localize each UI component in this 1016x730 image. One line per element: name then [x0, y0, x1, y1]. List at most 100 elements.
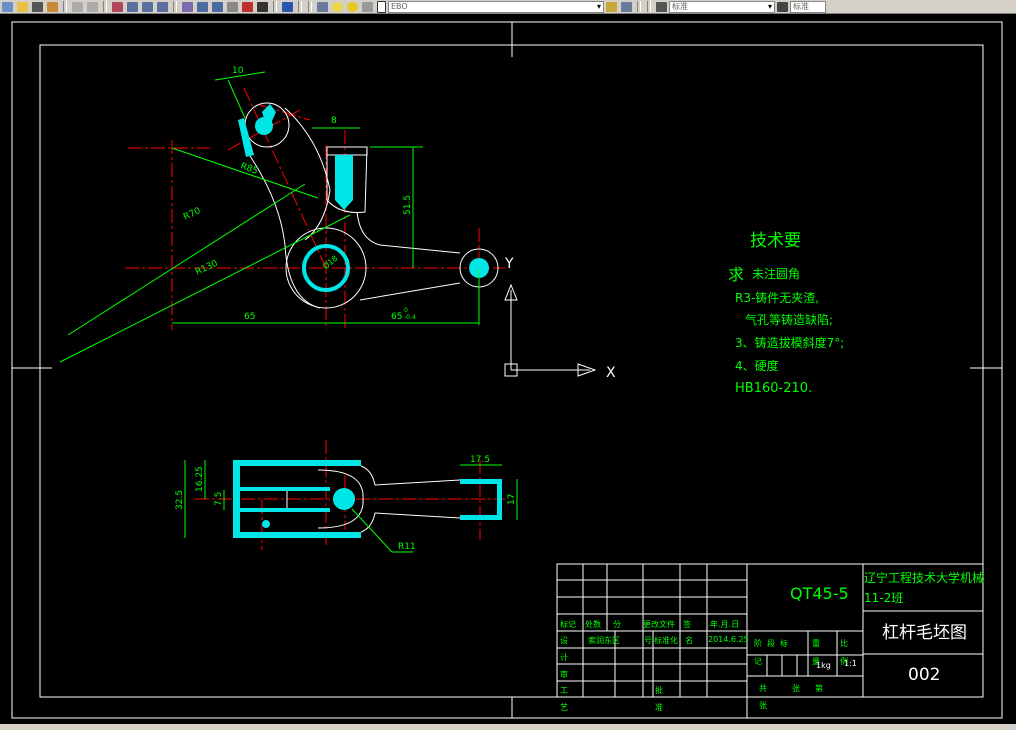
redo-icon[interactable] — [87, 1, 98, 12]
dim-style-icon[interactable] — [777, 1, 788, 12]
svg-text:计: 计 — [560, 652, 568, 662]
svg-text:8: 8 — [331, 116, 337, 126]
svg-text:名: 名 — [685, 635, 693, 645]
chevron-down-icon: ▾ — [596, 2, 601, 11]
layer-states-icon[interactable] — [621, 1, 632, 12]
toolbar: EBO ▾ 标准 ▾ 标准 — [0, 0, 1016, 14]
svg-text:处数: 处数 — [585, 619, 601, 629]
svg-text:杠杆毛坯图: 杠杆毛坯图 — [882, 623, 967, 643]
status-strip — [0, 724, 1016, 730]
dim-style-dropdown[interactable]: 标准 — [790, 0, 826, 13]
svg-text:17.5: 17.5 — [470, 455, 490, 465]
svg-text:1:1: 1:1 — [844, 659, 857, 668]
svg-text:R130: R130 — [194, 259, 220, 278]
grid-icon[interactable] — [257, 1, 268, 12]
drawing-frame — [11, 21, 1003, 719]
svg-text:共: 共 — [759, 684, 767, 693]
svg-text:X: X — [606, 365, 616, 381]
sun-icon[interactable] — [347, 1, 358, 12]
svg-text:张: 张 — [792, 684, 800, 693]
svg-text:更改文件: 更改文件 — [643, 619, 675, 629]
undo-icon[interactable] — [72, 1, 83, 12]
title-block: 标记 处数 分 更改文件 签 年.月.日 设 索润东区 号 标准化 名 2014… — [556, 563, 984, 718]
text-style-dropdown[interactable]: 标准 ▾ — [669, 0, 775, 13]
lock-icon[interactable] — [362, 1, 373, 12]
open-icon[interactable] — [17, 1, 28, 12]
svg-text:HB160-210.: HB160-210. — [735, 381, 812, 396]
svg-text:索润东区: 索润东区 — [588, 635, 620, 645]
svg-text:QT45-5: QT45-5 — [790, 584, 849, 603]
match-icon[interactable] — [47, 1, 58, 12]
svg-text:16.25: 16.25 — [195, 466, 205, 492]
svg-text:比: 比 — [840, 638, 848, 648]
layer-dropdown[interactable]: EBO ▾ — [388, 0, 604, 13]
svg-text:段: 段 — [767, 638, 775, 648]
svg-text:Y: Y — [504, 256, 514, 272]
svg-text:2014.6.25: 2014.6.25 — [708, 635, 749, 644]
svg-text:65: 65 — [391, 312, 402, 322]
svg-text:-0.4: -0.4 — [404, 314, 416, 321]
svg-text:分: 分 — [613, 620, 621, 629]
svg-text:记: 记 — [754, 657, 762, 666]
center-lines — [125, 87, 505, 330]
svg-text:51.5: 51.5 — [403, 195, 413, 215]
svg-text:R3-铸件无夹渣,: R3-铸件无夹渣, — [735, 290, 819, 305]
svg-text:批: 批 — [655, 685, 663, 695]
properties-icon[interactable] — [182, 1, 193, 12]
svg-text:阶: 阶 — [754, 638, 762, 648]
svg-text:准: 准 — [655, 702, 663, 712]
svg-text:R11: R11 — [398, 542, 416, 552]
svg-text:第: 第 — [815, 683, 823, 693]
pan-icon[interactable] — [112, 1, 123, 12]
svg-text:重: 重 — [812, 638, 820, 648]
svg-text:1kg: 1kg — [816, 661, 831, 670]
svg-text:7.5: 7.5 — [214, 492, 224, 506]
dimension-texts: 10 8 R85 R70 R130 Ø18 51.5 65 65 0 -0.4 — [182, 66, 416, 322]
svg-text:工: 工 — [560, 686, 568, 695]
layer-prev-icon[interactable] — [606, 1, 617, 12]
svg-text:号: 号 — [644, 636, 652, 645]
outline — [244, 102, 499, 309]
text-style-icon[interactable] — [656, 1, 667, 12]
chevron-down-icon: ▾ — [767, 2, 772, 11]
svg-text:技术要: 技术要 — [750, 231, 801, 251]
svg-text:审: 审 — [560, 669, 568, 679]
help-icon[interactable] — [282, 1, 293, 12]
lever-section-view: 32.5 16.25 7.5 17.5 17 R11 — [175, 440, 518, 553]
svg-text:辽宁工程技术大学机械: 辽宁工程技术大学机械 — [864, 570, 984, 585]
layer-icon[interactable] — [317, 1, 328, 12]
svg-text:气孔等铸造缺陷;: 气孔等铸造缺陷; — [745, 312, 833, 327]
svg-text:求: 求 — [728, 265, 744, 284]
svg-text:标记: 标记 — [560, 619, 576, 629]
svg-text:002: 002 — [908, 665, 940, 685]
svg-text:17: 17 — [507, 494, 517, 505]
lever-front-view: 10 8 R85 R70 R130 Ø18 51.5 65 65 0 -0.4 — [59, 66, 505, 363]
color-icon[interactable] — [377, 0, 386, 13]
technical-requirements: 技术要 求 未注圆角 R3-铸件无夹渣, 气孔等铸造缺陷; 3、铸造拔模斜度7°… — [728, 231, 844, 396]
svg-text:张: 张 — [759, 701, 767, 710]
new-icon[interactable] — [2, 1, 13, 12]
pen-icon[interactable] — [32, 1, 43, 12]
svg-text:32.5: 32.5 — [175, 490, 185, 510]
svg-text:11-2班: 11-2班 — [864, 591, 903, 605]
ucs-icon: Y X — [504, 256, 616, 381]
tool-palette-icon[interactable] — [212, 1, 223, 12]
svg-text:0: 0 — [404, 307, 408, 314]
calc-icon[interactable] — [242, 1, 253, 12]
zoom-window-icon[interactable] — [142, 1, 153, 12]
svg-text:设: 设 — [560, 635, 568, 645]
svg-text:艺: 艺 — [560, 703, 568, 712]
markup-icon[interactable] — [227, 1, 238, 12]
drawing-canvas[interactable]: 10 8 R85 R70 R130 Ø18 51.5 65 65 0 -0.4 … — [0, 0, 1016, 730]
zoom-icon[interactable] — [127, 1, 138, 12]
svg-text:4、硬度: 4、硬度 — [735, 358, 779, 373]
svg-text:签: 签 — [683, 619, 691, 629]
svg-text:年.月.日: 年.月.日 — [710, 619, 739, 629]
design-center-icon[interactable] — [197, 1, 208, 12]
bulb-icon[interactable] — [332, 1, 343, 12]
zoom-prev-icon[interactable] — [157, 1, 168, 12]
svg-text:标: 标 — [780, 638, 788, 648]
svg-text:3、铸造拔模斜度7°;: 3、铸造拔模斜度7°; — [735, 335, 844, 350]
svg-text:10: 10 — [232, 66, 244, 76]
svg-text:R70: R70 — [182, 206, 203, 223]
